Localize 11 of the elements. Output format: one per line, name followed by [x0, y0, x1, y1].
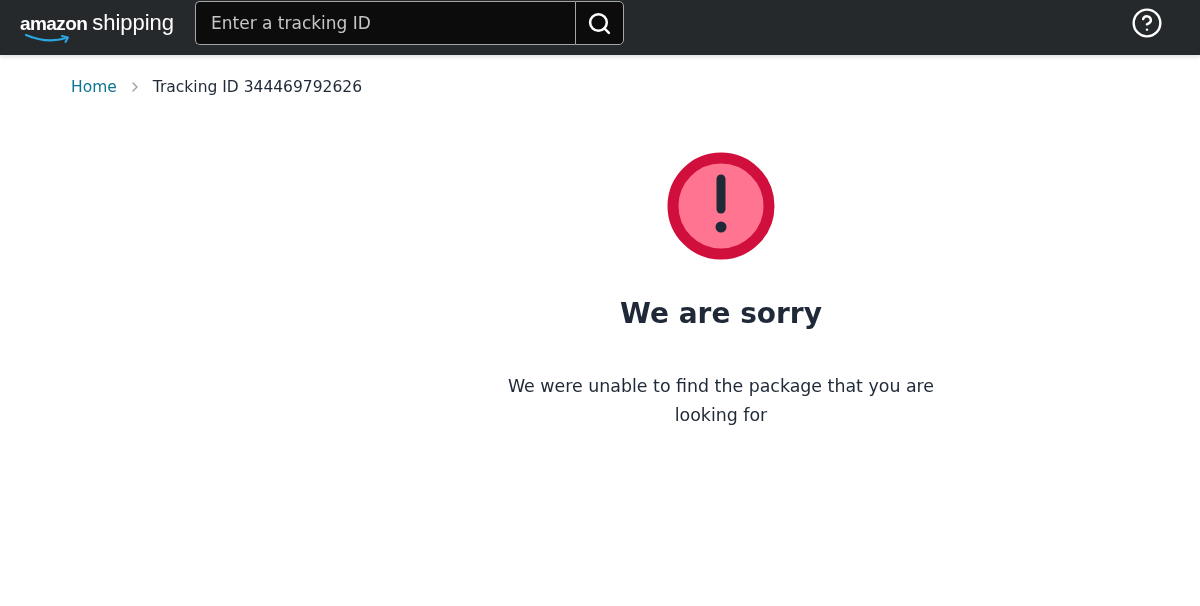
- help-icon[interactable]: [1131, 6, 1163, 39]
- search-field[interactable]: Enter a tracking ID: [195, 1, 575, 45]
- logo-brand: amazon: [20, 13, 88, 35]
- home-link[interactable]: Home: [71, 78, 117, 96]
- logo-product: shipping: [92, 10, 175, 36]
- search-icon: [587, 10, 612, 36]
- error-title: We are sorry: [620, 297, 822, 330]
- error-icon: [667, 152, 775, 260]
- search-button[interactable]: [575, 1, 624, 45]
- error-message: We were unable to find the package that you are looking for: [506, 375, 936, 427]
- breadcrumb-current: Tracking ID 344469792626: [152, 78, 362, 96]
